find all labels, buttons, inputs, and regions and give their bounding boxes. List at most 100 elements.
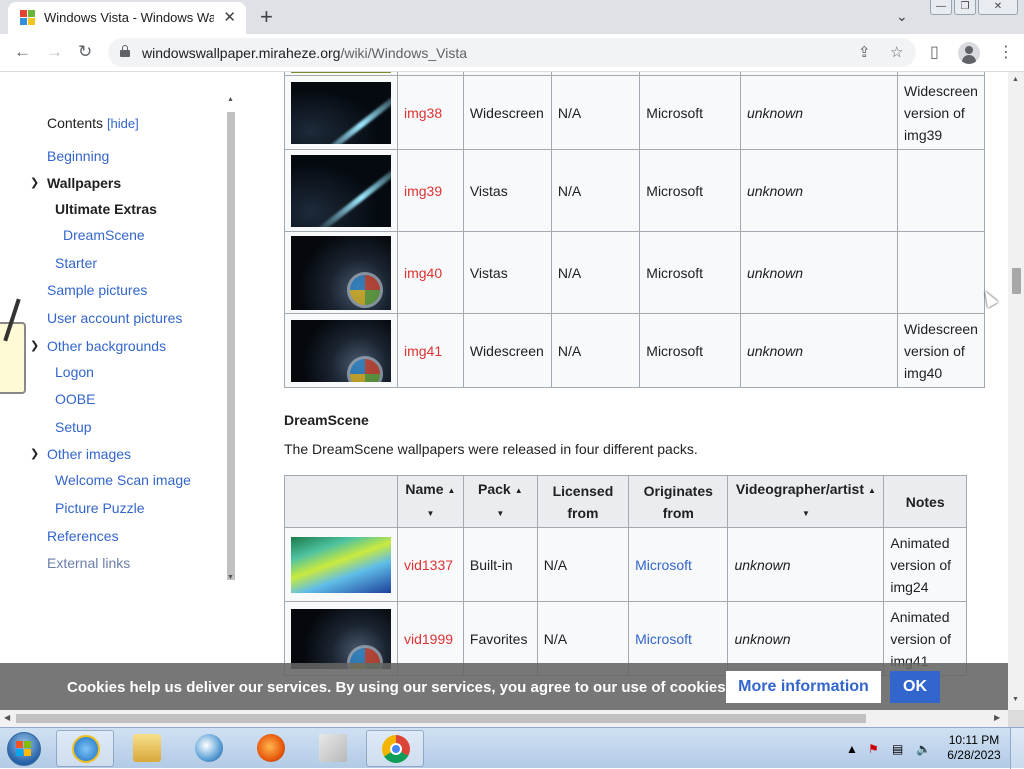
toc-item-oobe[interactable]: OOBE	[55, 391, 95, 407]
scrollbar-corner	[1008, 710, 1024, 727]
origin-cell: Microsoft	[639, 231, 741, 314]
maximize-button[interactable]: ❐	[954, 0, 976, 15]
wallpaper-thumbnail[interactable]	[291, 235, 391, 310]
toc-item-welcome-scan-image[interactable]: Welcome Scan image	[55, 472, 191, 488]
side-panel-icon[interactable]: ▯	[930, 42, 939, 62]
cookie-notice-text: Cookies help us deliver our services. By…	[67, 679, 730, 696]
scroll-left-arrow-icon[interactable]: ◀	[4, 713, 10, 722]
paint-taskbar-button[interactable]	[304, 730, 362, 767]
scroll-up-arrow-icon[interactable]: ▲	[227, 96, 234, 103]
toc-item-external-links[interactable]: External links	[47, 555, 130, 571]
network-icon[interactable]: ▤	[892, 742, 903, 756]
tab-search-chevron-icon[interactable]: ⌄	[896, 8, 908, 25]
toc-item-references[interactable]: References	[47, 528, 119, 544]
toc-item-ultimate-extras[interactable]: Ultimate Extras	[55, 201, 157, 217]
dreamscene-table: Name ▲ ▼ Pack ▲ ▼ Licensed from Originates f…	[284, 475, 967, 676]
wallpaper-thumbnail[interactable]	[291, 536, 391, 593]
scroll-right-arrow-icon[interactable]: ▶	[994, 713, 1000, 722]
column-header-origin[interactable]: Originates from	[628, 475, 729, 528]
browser-toolbar: ← → ↻ windowswallpaper.miraheze.org/wiki…	[0, 34, 1024, 72]
table-header-row: Name ▲ ▼ Pack ▲ ▼ Licensed from Originates f…	[284, 475, 967, 528]
toc-item-other-backgrounds[interactable]: Other backgrounds	[47, 338, 166, 354]
toc-item-setup[interactable]: Setup	[55, 419, 92, 435]
window-controls: — ❐ ✕	[928, 0, 1018, 16]
chevron-down-icon[interactable]: ❯	[30, 176, 39, 189]
new-tab-button[interactable]: +	[260, 4, 273, 30]
column-header-licensed[interactable]: Licensed from	[536, 475, 630, 528]
profile-avatar-icon[interactable]	[958, 42, 980, 64]
show-desktop-button[interactable]	[1010, 728, 1024, 769]
origin-cell: Microsoft	[639, 149, 741, 232]
file-link[interactable]: vid1337	[397, 527, 464, 602]
volume-muted-icon[interactable]: 🔈	[916, 742, 931, 756]
share-icon[interactable]: ⇪	[858, 43, 871, 61]
start-button[interactable]	[2, 729, 46, 769]
media-player-taskbar-button[interactable]	[180, 730, 238, 767]
chrome-taskbar-button[interactable]	[366, 730, 424, 767]
chevron-down-icon[interactable]: ❯	[30, 447, 39, 460]
toc-item-wallpapers[interactable]: Wallpapers	[47, 175, 121, 191]
image-column-header	[284, 475, 398, 528]
toc-hide-link[interactable]: [hide]	[107, 116, 139, 131]
origin-link[interactable]: Microsoft	[628, 527, 729, 602]
toc-item-beginning[interactable]: Beginning	[47, 148, 109, 164]
media-player-icon	[195, 734, 223, 762]
bookmark-star-icon[interactable]: ☆	[890, 43, 903, 61]
firefox-taskbar-button[interactable]	[242, 730, 300, 767]
toc-scrollbar[interactable]: ▲ ▼	[224, 96, 238, 586]
tab-close-icon[interactable]: ✕	[223, 8, 236, 26]
lock-icon[interactable]	[120, 45, 130, 57]
page-scroll-thumb[interactable]	[1012, 268, 1021, 294]
minimize-button[interactable]: —	[930, 0, 952, 15]
system-clock[interactable]: 10:11 PM 6/28/2023	[946, 733, 1002, 763]
licensed-cell: N/A	[550, 231, 641, 314]
file-link[interactable]: img41	[397, 313, 464, 388]
scroll-down-arrow-icon[interactable]: ▼	[1012, 696, 1019, 703]
wallpaper-thumbnail[interactable]	[291, 154, 391, 227]
internet-explorer-icon	[72, 735, 100, 763]
file-link[interactable]: img38	[397, 75, 464, 150]
wallpaper-thumbnail[interactable]	[291, 81, 391, 144]
toc-item-dreamscene[interactable]: DreamScene	[63, 227, 145, 243]
address-bar[interactable]: windowswallpaper.miraheze.org/wiki/Windo…	[108, 38, 916, 67]
internet-explorer-taskbar-button[interactable]	[56, 730, 114, 767]
column-header-pack[interactable]: Pack ▲ ▼	[462, 475, 538, 528]
pack-cell: Widescreen	[462, 75, 552, 150]
forward-arrow-icon[interactable]: →	[46, 42, 63, 62]
horizontal-scroll-thumb[interactable]	[16, 714, 866, 723]
back-arrow-icon[interactable]: ←	[14, 42, 31, 62]
column-header-artist[interactable]: Videographer/artist ▲ ▼	[727, 475, 885, 528]
origin-cell: Microsoft	[639, 75, 741, 150]
file-link[interactable]: img40	[397, 231, 464, 314]
file-explorer-taskbar-button[interactable]	[118, 730, 176, 767]
close-window-button[interactable]: ✕	[978, 0, 1018, 15]
paint-brush-icon	[319, 734, 347, 762]
toc-item-logon[interactable]: Logon	[55, 364, 94, 380]
toc-item-other-images[interactable]: Other images	[47, 446, 131, 462]
file-link[interactable]: img39	[397, 149, 464, 232]
page-scrollbar[interactable]: ▲ ▼	[1008, 72, 1024, 710]
licensed-cell: N/A	[536, 527, 630, 602]
menu-kebab-icon[interactable]: ⋮	[998, 42, 1014, 62]
scroll-down-arrow-icon[interactable]: ▼	[227, 574, 234, 581]
cookie-banner: Cookies help us deliver our services. By…	[0, 663, 1008, 710]
url-text[interactable]: windowswallpaper.miraheze.org/wiki/Windo…	[142, 45, 467, 61]
toc-scroll-thumb[interactable]	[227, 112, 235, 580]
scroll-up-arrow-icon[interactable]: ▲	[1012, 76, 1019, 83]
column-header-name[interactable]: Name ▲ ▼	[397, 475, 464, 528]
table-row: img39 Vistas N/A Microsoft unknown	[284, 149, 985, 232]
browser-tab[interactable]: Windows Vista - Windows Wallpaper ✕	[8, 2, 246, 34]
show-hidden-icons-arrow-icon[interactable]: ▲	[846, 742, 858, 756]
toc-item-sample-pictures[interactable]: Sample pictures	[47, 282, 147, 298]
action-center-flag-icon[interactable]: ⚑	[868, 742, 879, 756]
wallpaper-thumbnail[interactable]	[291, 608, 391, 669]
toc-item-starter[interactable]: Starter	[55, 255, 97, 271]
horizontal-scrollbar[interactable]: ◀ ▶	[0, 710, 1008, 727]
cookie-ok-button[interactable]: OK	[890, 671, 940, 703]
chevron-down-icon[interactable]: ❯	[30, 339, 39, 352]
toc-item-user-account-pictures[interactable]: User account pictures	[47, 310, 182, 326]
more-information-button[interactable]: More information	[726, 671, 881, 703]
wallpaper-thumbnail[interactable]	[291, 319, 391, 382]
reload-icon[interactable]: ↻	[78, 42, 92, 62]
toc-item-picture-puzzle[interactable]: Picture Puzzle	[55, 500, 144, 516]
